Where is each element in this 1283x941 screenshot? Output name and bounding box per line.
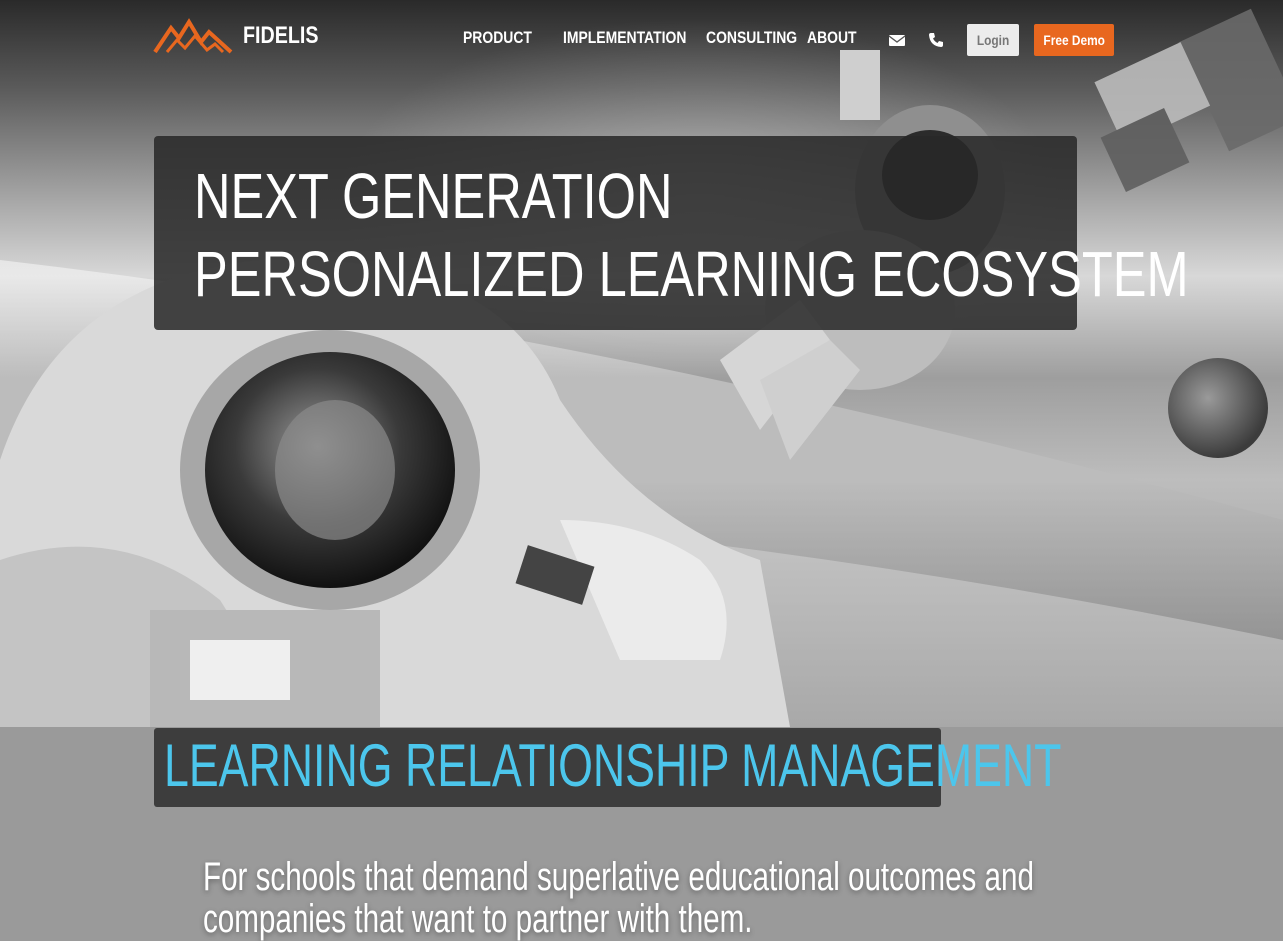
hero-illustration [0,8,1283,727]
free-demo-button-label: Free Demo [1043,32,1105,48]
hero-headline-line-2: PERSONALIZED LEARNING ECOSYSTEM [194,238,1189,310]
brand-home-link[interactable]: FIDELIS [153,16,335,56]
login-button[interactable]: Login [967,24,1019,56]
envelope-icon[interactable] [888,31,906,49]
nav-link-consulting[interactable]: CONSULTING [706,28,797,48]
nav-link-implementation[interactable]: IMPLEMENTATION [563,28,686,48]
section-title: LEARNING RELATIONSHIP MANAGEMENT [164,732,1062,799]
hero-headline-panel: NEXT GENERATION PERSONALIZED LEARNING EC… [154,136,1189,330]
free-demo-button[interactable]: Free Demo [1034,24,1114,56]
login-button-label: Login [976,32,1010,48]
tagline-line-1: For schools that demand superlative educ… [203,855,1034,899]
top-navbar: FIDELIS PRODUCT IMPLEMENTATION CONSULTIN… [0,0,1283,80]
section-title-panel: LEARNING RELATIONSHIP MANAGEMENT [154,728,1061,807]
nav-link-about[interactable]: ABOUT [807,28,857,48]
tagline-line-2: companies that want to partner with them… [203,897,753,941]
brand-name: FIDELIS [243,22,319,49]
hero-background-image [0,0,1283,727]
nav-link-product[interactable]: PRODUCT [463,28,532,48]
section-tagline: For schools that demand superlative educ… [203,855,1034,941]
phone-icon[interactable] [927,31,945,49]
hero-headline-line-1: NEXT GENERATION [194,160,673,232]
mountain-logo-icon [153,18,233,54]
